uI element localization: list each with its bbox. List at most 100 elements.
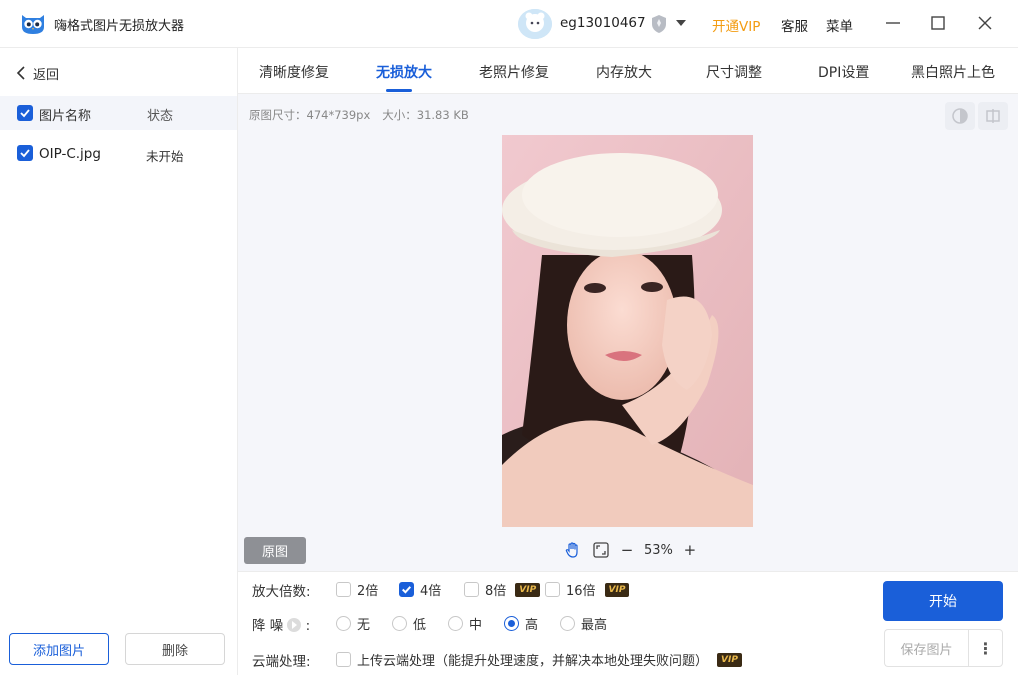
check-icon	[20, 109, 30, 118]
more-options-button[interactable]: ⋮	[968, 629, 1003, 667]
check-icon	[20, 149, 30, 158]
menu-link[interactable]: 菜单	[826, 15, 853, 35]
fullscreen-icon	[593, 542, 609, 558]
compare-split-button[interactable]	[945, 102, 975, 130]
cloud-upload-label: 上传云端处理（能提升处理速度，并解决本地处理失败问题）	[357, 654, 709, 669]
zoom-out-button[interactable]: −	[620, 541, 634, 559]
vip-badge: VIP	[515, 582, 541, 597]
scale-option-label: 8倍	[485, 584, 507, 599]
start-button[interactable]: 开始	[883, 581, 1003, 621]
denoise-option-label: 高	[525, 618, 539, 633]
cloud-upload-option[interactable]: 上传云端处理（能提升处理速度，并解决本地处理失败问题） VIP	[336, 650, 742, 669]
add-image-button[interactable]: 添加图片	[9, 633, 109, 665]
scale-option-4x[interactable]: 4倍	[399, 580, 441, 599]
zoom-in-button[interactable]: +	[683, 541, 697, 559]
fit-screen-button[interactable]	[592, 541, 610, 559]
zoom-toolbar: − 53% +	[564, 540, 697, 560]
settings-panel: 放大倍数: 2倍 4倍 8倍 VIP 16倍 VIP 降 噪 : 无 低 中 高…	[238, 571, 1018, 675]
username[interactable]: eg13010467	[560, 15, 646, 31]
denoise-option-medium[interactable]: 中	[448, 614, 482, 633]
back-label: 返回	[33, 67, 60, 83]
open-vip-link[interactable]: 开通VIP	[712, 15, 760, 35]
scale-option-16x[interactable]: 16倍 VIP	[545, 580, 630, 599]
file-list-header: 图片名称 状态	[0, 96, 237, 130]
split-view-icon	[986, 109, 1000, 123]
denoise-label: 降 噪 :	[252, 614, 310, 634]
app-title: 嗨格式图片无损放大器	[54, 19, 185, 34]
delete-button[interactable]: 删除	[125, 633, 225, 665]
file-status: 未开始	[146, 149, 184, 164]
tab-old-photo-repair[interactable]: 老照片修复	[479, 62, 549, 82]
chevron-left-icon	[16, 66, 25, 80]
cloud-upload-checkbox[interactable]	[336, 652, 351, 667]
scale-option-label: 4倍	[420, 584, 442, 599]
avatar[interactable]	[518, 9, 552, 39]
tab-lossless-upscale[interactable]: 无损放大	[376, 62, 432, 82]
sidebar: 返回 图片名称 状态 OIP-C.jpg 未开始 添加图片 删除	[0, 48, 238, 675]
file-checkbox[interactable]	[17, 145, 33, 161]
scale-2x-checkbox[interactable]	[336, 582, 351, 597]
vip-shield-icon	[652, 15, 666, 33]
file-list-item[interactable]: OIP-C.jpg 未开始	[0, 140, 237, 168]
hand-tool-button[interactable]	[564, 541, 582, 559]
user-avatar-icon	[518, 9, 552, 39]
owl-logo-icon	[22, 15, 44, 34]
help-play-icon[interactable]	[287, 618, 302, 632]
original-button[interactable]: 原图	[244, 537, 306, 564]
denoise-low-radio[interactable]	[392, 616, 407, 631]
denoise-highest-radio[interactable]	[560, 616, 575, 631]
tab-colorize[interactable]: 黑白照片上色	[911, 62, 995, 82]
hand-icon	[565, 542, 578, 558]
image-file-size: 大小：31.83 KB	[382, 108, 469, 122]
compare-side-button[interactable]	[978, 102, 1008, 130]
zoom-level: 53%	[644, 542, 673, 558]
cloud-label: 云端处理:	[252, 654, 311, 670]
scale-label: 放大倍数:	[252, 584, 311, 600]
save-image-button[interactable]: 保存图片	[884, 629, 968, 667]
back-button[interactable]: 返回	[16, 62, 59, 84]
column-header-name: 图片名称	[39, 109, 92, 124]
tab-dpi-settings[interactable]: DPI设置	[818, 62, 869, 82]
column-header-status: 状态	[147, 109, 174, 124]
denoise-option-label: 无	[357, 618, 371, 633]
denoise-option-high[interactable]: 高	[504, 614, 538, 633]
check-icon	[402, 586, 412, 594]
minimize-icon[interactable]	[882, 12, 904, 34]
preview-photo	[502, 135, 753, 527]
denoise-medium-radio[interactable]	[448, 616, 463, 631]
tab-memory-enlarge[interactable]: 内存放大	[596, 62, 652, 82]
vip-badge: VIP	[604, 582, 630, 597]
title-bar: 嗨格式图片无损放大器 eg13010467 开通VIP 客服 菜单	[0, 0, 1018, 48]
denoise-none-radio[interactable]	[336, 616, 351, 631]
denoise-option-label: 中	[469, 618, 483, 633]
denoise-option-label: 低	[413, 618, 427, 633]
tab-clarity-repair[interactable]: 清晰度修复	[259, 62, 329, 82]
maximize-icon[interactable]	[927, 12, 949, 34]
active-tab-indicator	[386, 89, 412, 92]
select-all-checkbox[interactable]	[17, 105, 33, 121]
image-info: 原图尺寸：474*739px 大小：31.83 KB	[249, 107, 469, 123]
scale-4x-checkbox[interactable]	[399, 582, 414, 597]
scale-16x-checkbox[interactable]	[545, 582, 560, 597]
denoise-option-low[interactable]: 低	[392, 614, 426, 633]
chevron-down-icon[interactable]	[675, 17, 687, 29]
image-dimensions: 原图尺寸：474*739px	[249, 108, 371, 122]
scale-option-label: 2倍	[357, 584, 379, 599]
file-name: OIP-C.jpg	[39, 146, 101, 162]
tab-size-adjust[interactable]: 尺寸调整	[706, 62, 762, 82]
denoise-option-highest[interactable]: 最高	[560, 614, 607, 633]
close-icon[interactable]	[974, 12, 996, 34]
scale-option-2x[interactable]: 2倍	[336, 580, 378, 599]
denoise-option-none[interactable]: 无	[336, 614, 370, 633]
half-circle-compare-icon	[952, 108, 968, 124]
denoise-option-label: 最高	[581, 618, 608, 633]
denoise-high-radio[interactable]	[504, 616, 519, 631]
preview-area: 原图尺寸：474*739px 大小：31.83 KB 原图 − 53% +	[238, 94, 1018, 571]
scale-8x-checkbox[interactable]	[464, 582, 479, 597]
scale-option-8x[interactable]: 8倍 VIP	[464, 580, 541, 599]
denoise-label-text: 降 噪	[252, 618, 284, 634]
customer-service-link[interactable]: 客服	[781, 15, 808, 35]
vip-badge: VIP	[717, 652, 742, 667]
denoise-colon: :	[305, 618, 311, 634]
feature-tabs: 清晰度修复 无损放大 老照片修复 内存放大 尺寸调整 DPI设置 黑白照片上色	[238, 48, 1018, 94]
